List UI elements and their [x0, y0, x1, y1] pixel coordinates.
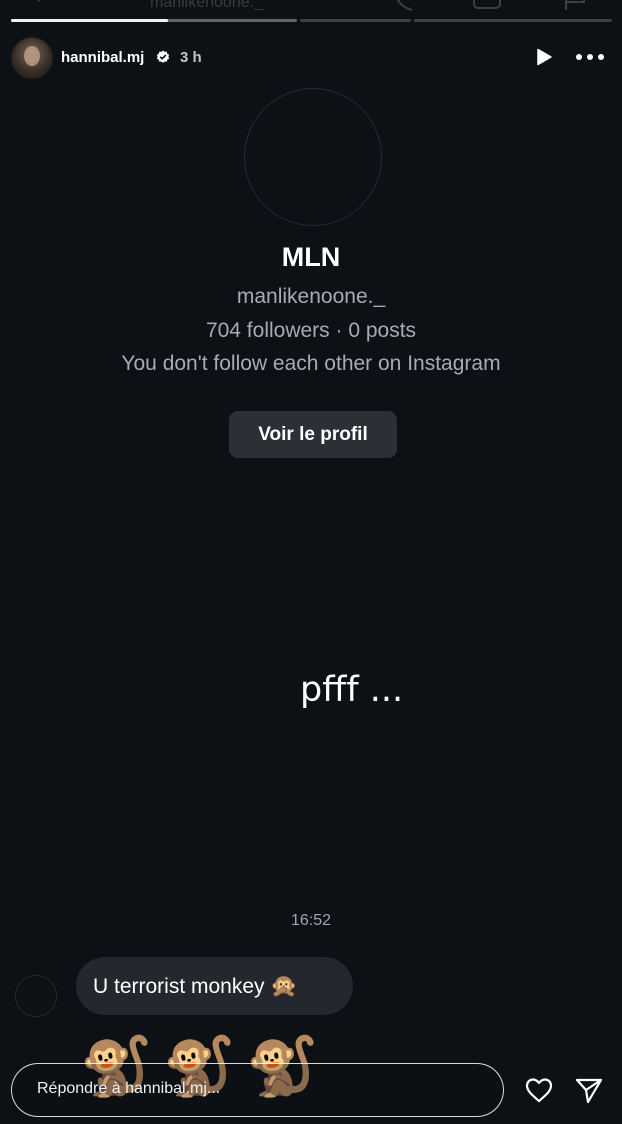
profile-name: MLN	[281, 242, 341, 272]
verified-badge-icon	[156, 50, 170, 63]
profile-stats: 704 followers · 0 posts	[205, 319, 417, 342]
story-author-username[interactable]: hannibal.mj	[61, 49, 144, 66]
profile-avatar-placeholder	[244, 88, 382, 226]
profile-handle: manlikenoone._	[236, 285, 386, 308]
story-author-avatar[interactable]	[11, 37, 53, 79]
background-header-title: manlikenoone._	[150, 0, 263, 11]
speak-no-evil-monkey-emoji: 🙊	[270, 973, 298, 998]
story-progress-bar-3	[414, 19, 612, 22]
view-profile-button[interactable]: Voir le profil	[229, 411, 397, 458]
more-options-icon[interactable]	[575, 48, 605, 66]
message-bubble: U terrorist monkey 🙊	[76, 957, 353, 1015]
background-back-icon	[32, 0, 54, 17]
story-progress-bar-1	[11, 19, 297, 22]
heart-icon[interactable]	[524, 1075, 554, 1105]
play-icon[interactable]	[535, 48, 553, 66]
chat-timestamp: 16:52	[290, 912, 332, 929]
story-timestamp: 3 h	[180, 49, 202, 66]
story-caption: pfff ...	[300, 670, 404, 710]
profile-follow-note: You don't follow each other on Instagram	[121, 352, 501, 375]
background-flag-icon	[562, 0, 592, 19]
send-icon[interactable]	[574, 1075, 604, 1105]
background-video-icon	[472, 0, 512, 19]
story-progress-bar-2	[300, 19, 411, 22]
sender-avatar	[15, 975, 57, 1017]
reply-placeholder[interactable]: Répondre à hannibal.mj...	[37, 1080, 220, 1098]
message-text: U terrorist monkey	[93, 975, 265, 998]
background-call-icon	[392, 0, 422, 19]
